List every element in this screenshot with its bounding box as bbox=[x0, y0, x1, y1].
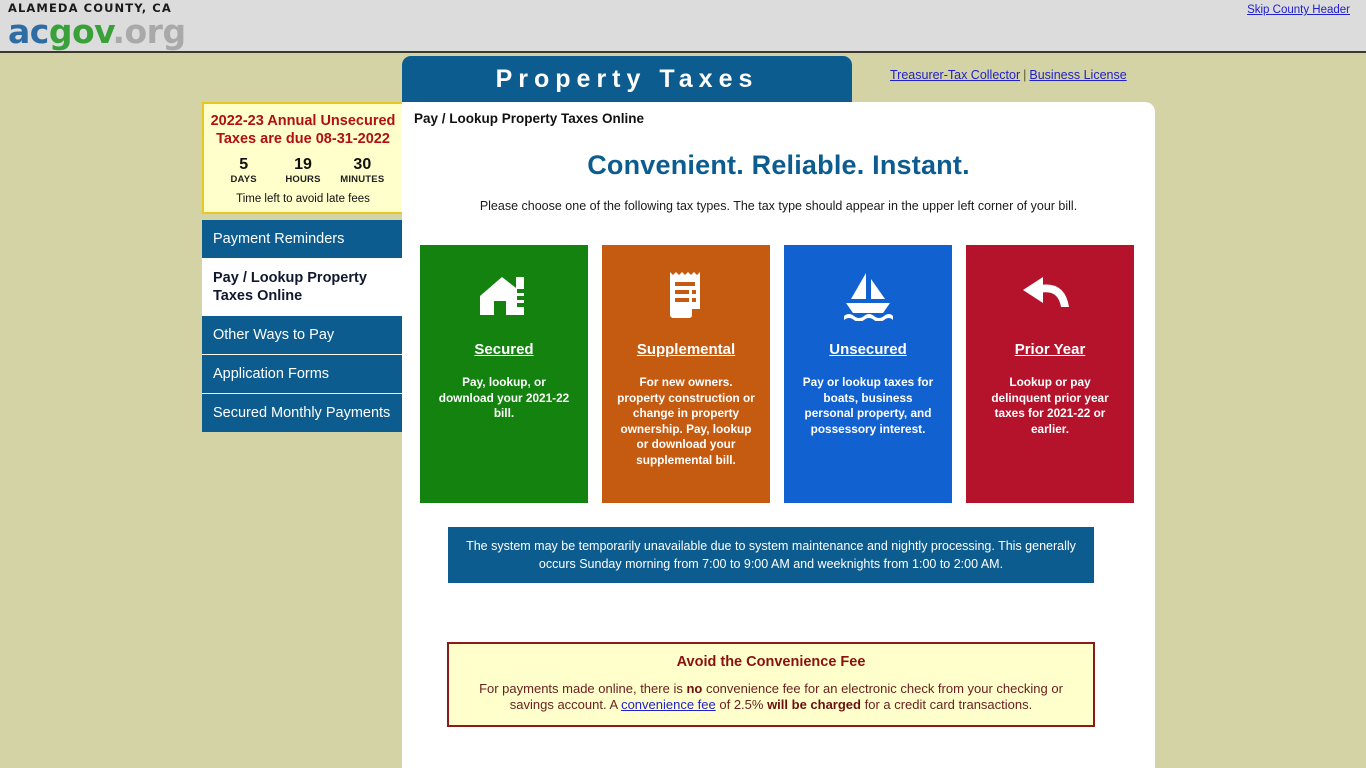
convenience-fee-box: Avoid the Convenience Fee For payments m… bbox=[447, 642, 1095, 727]
fee-text-3: of 2.5% bbox=[715, 697, 768, 712]
convenience-fee-body: For payments made online, there is no co… bbox=[463, 681, 1079, 713]
card-secured-description: Pay, lookup, or download your 2021-22 bi… bbox=[438, 375, 570, 420]
page-title-banner: Property Taxes bbox=[402, 56, 852, 102]
fee-text-1: For payments made online, there is bbox=[479, 681, 687, 696]
house-icon bbox=[430, 263, 578, 327]
link-divider: | bbox=[1023, 68, 1027, 82]
convenience-fee-title: Avoid the Convenience Fee bbox=[676, 654, 866, 670]
sailboat-icon bbox=[794, 263, 942, 327]
receipt-icon bbox=[612, 263, 760, 327]
countdown-box: 2022-23 Annual Unsecured Taxes are due 0… bbox=[202, 102, 404, 214]
page-tagline: Convenient. Reliable. Instant. bbox=[587, 150, 970, 180]
tax-type-card-grid: Secured Pay, lookup, or download your 20… bbox=[420, 245, 1148, 503]
logo-text-gov: gov bbox=[48, 12, 113, 51]
card-unsecured-title[interactable]: Unsecured bbox=[794, 341, 942, 359]
fee-bold-will-be-charged: will be charged bbox=[767, 697, 861, 712]
card-supplemental[interactable]: Supplemental For new owners. property co… bbox=[602, 245, 770, 503]
site-section-links: Treasurer-Tax Collector | Business License bbox=[890, 68, 1127, 82]
card-supplemental-description: For new owners. property construction or… bbox=[617, 375, 755, 467]
fee-bold-no: no bbox=[686, 681, 703, 696]
sidebar-item-secured-monthly-payments[interactable]: Secured Monthly Payments bbox=[202, 394, 404, 432]
link-business-license[interactable]: Business License bbox=[1029, 68, 1126, 82]
logo-text-org: .org bbox=[112, 12, 186, 51]
left-sidebar: 2022-23 Annual Unsecured Taxes are due 0… bbox=[202, 102, 404, 432]
convenience-fee-link[interactable]: convenience fee bbox=[621, 697, 716, 712]
card-unsecured[interactable]: Unsecured Pay or lookup taxes for boats,… bbox=[784, 245, 952, 503]
countdown-title: 2022-23 Annual Unsecured Taxes are due 0… bbox=[210, 113, 396, 147]
card-prior-year-description: Lookup or pay delinquent prior year taxe… bbox=[991, 375, 1109, 436]
logo-text-ac: ac bbox=[8, 12, 49, 51]
sidebar-nav: Payment Reminders Pay / Lookup Property … bbox=[202, 220, 404, 432]
sidebar-item-pay-lookup-property-taxes-online[interactable]: Pay / Lookup Property Taxes Online bbox=[202, 259, 404, 316]
card-prior-year[interactable]: Prior Year Lookup or pay delinquent prio… bbox=[966, 245, 1134, 503]
instructions-text: Please choose one of the following tax t… bbox=[479, 199, 1078, 213]
card-prior-year-title[interactable]: Prior Year bbox=[976, 341, 1124, 359]
acgov-logo[interactable]: ALAMEDA COUNTY, CA acgov.org bbox=[8, 2, 186, 49]
sidebar-item-application-forms[interactable]: Application Forms bbox=[202, 355, 404, 394]
maintenance-notice: The system may be temporarily unavailabl… bbox=[448, 527, 1094, 583]
card-secured-title[interactable]: Secured bbox=[430, 341, 578, 359]
countdown-unit-days: 5 DAYS bbox=[214, 156, 273, 186]
fee-text-4: for a credit card transactions. bbox=[860, 697, 1033, 712]
card-unsecured-description: Pay or lookup taxes for boats, business … bbox=[802, 375, 934, 436]
countdown-units: 5 DAYS 19 HOURS 30 MINUTES bbox=[210, 156, 396, 186]
link-treasurer-tax-collector[interactable]: Treasurer-Tax Collector bbox=[890, 68, 1020, 82]
sidebar-item-other-ways-to-pay[interactable]: Other Ways to Pay bbox=[202, 316, 404, 355]
breadcrumb: Pay / Lookup Property Taxes Online bbox=[414, 111, 645, 126]
countdown-hours-label: HOURS bbox=[285, 174, 321, 185]
countdown-minutes-value: 30 bbox=[353, 156, 372, 173]
countdown-days-value: 5 bbox=[239, 156, 249, 173]
sidebar-item-payment-reminders[interactable]: Payment Reminders bbox=[202, 220, 404, 259]
countdown-unit-hours: 19 HOURS bbox=[273, 156, 332, 186]
main-content-panel: Pay / Lookup Property Taxes Online Conve… bbox=[402, 102, 1155, 768]
countdown-footnote: Time left to avoid late fees bbox=[236, 193, 370, 205]
card-supplemental-title[interactable]: Supplemental bbox=[612, 341, 760, 359]
countdown-hours-value: 19 bbox=[294, 156, 312, 173]
skip-county-header-link[interactable]: Skip County Header bbox=[1247, 4, 1350, 16]
acgov-wordmark: acgov.org bbox=[8, 15, 186, 48]
undo-arrow-icon bbox=[976, 263, 1124, 327]
card-secured[interactable]: Secured Pay, lookup, or download your 20… bbox=[420, 245, 588, 503]
county-header: ALAMEDA COUNTY, CA acgov.org Skip County… bbox=[0, 0, 1366, 53]
countdown-days-label: DAYS bbox=[230, 174, 257, 185]
countdown-minutes-label: MINUTES bbox=[340, 174, 385, 185]
countdown-unit-minutes: 30 MINUTES bbox=[333, 156, 392, 186]
